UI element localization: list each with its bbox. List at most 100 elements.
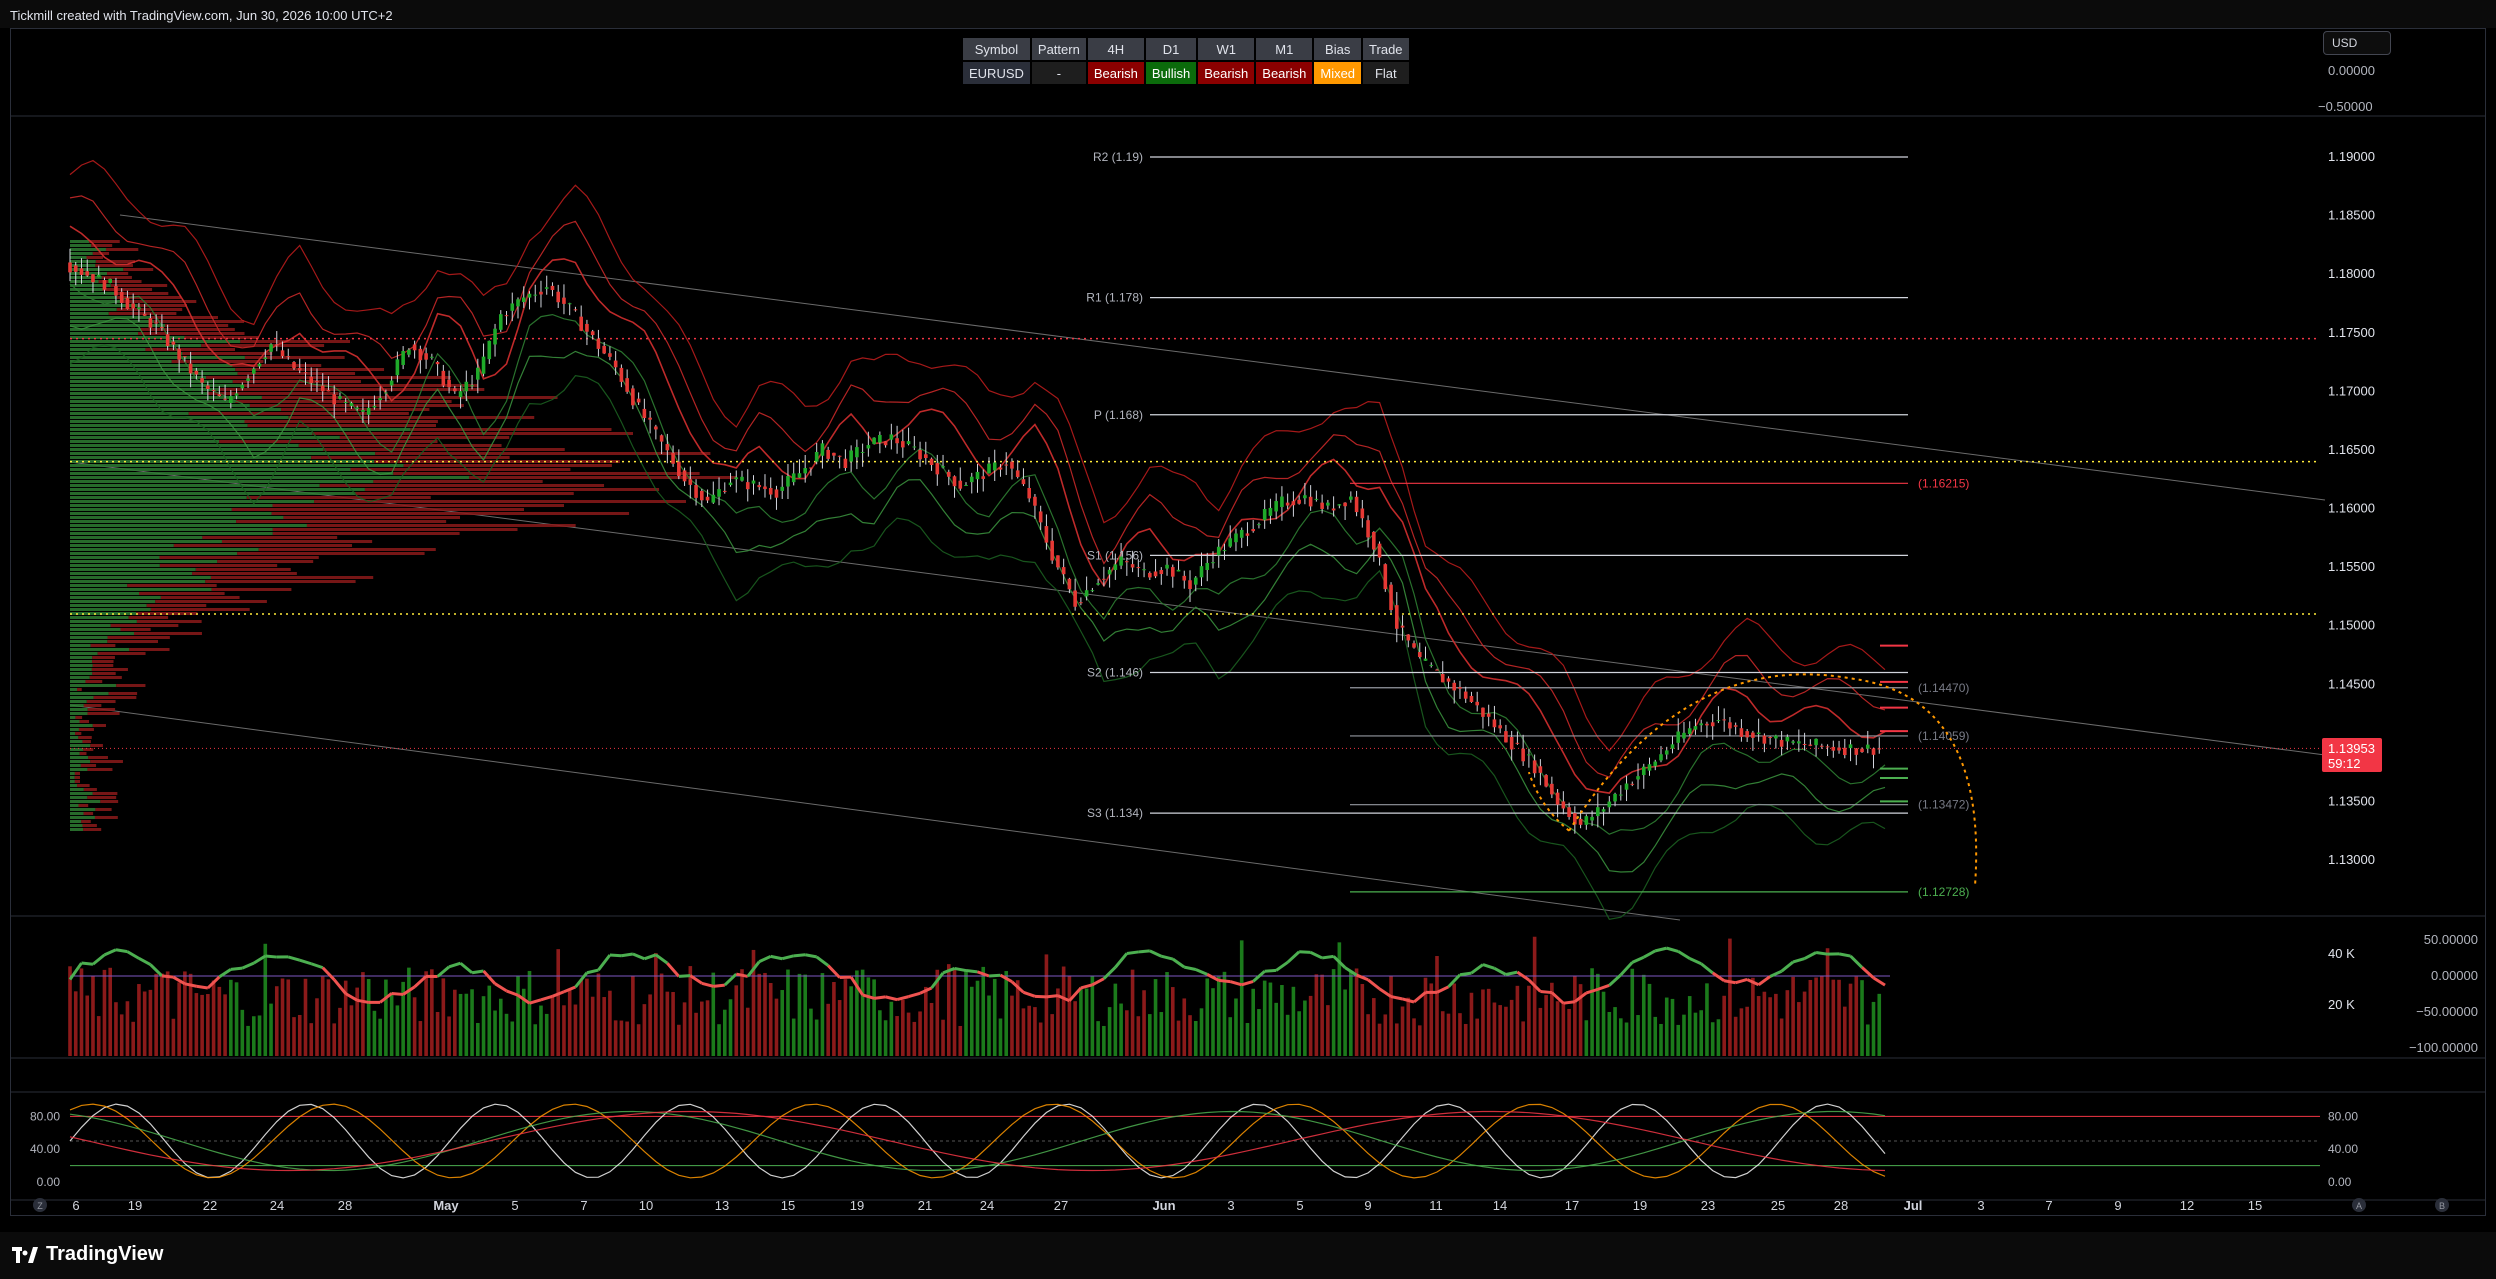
volume-bar	[1056, 988, 1060, 1056]
oscillator-segment	[391, 991, 404, 996]
volume-bar	[338, 1007, 342, 1056]
volume-bar	[85, 995, 90, 1056]
oscillator-segment	[81, 961, 94, 966]
volume-bar	[1664, 997, 1669, 1056]
volume-bar	[441, 978, 446, 1056]
oscillator-segment	[1114, 952, 1128, 969]
candle-body	[912, 446, 917, 448]
oscillator-segment	[1275, 961, 1289, 972]
volume-profile-down-bar	[272, 528, 518, 531]
volume-profile-down-bar	[92, 664, 114, 667]
candle-body	[1291, 501, 1296, 506]
volume-bar	[1630, 968, 1635, 1056]
volume-bar	[1199, 1008, 1204, 1056]
volume-profile-up-bar	[70, 260, 96, 263]
oscillator-segment	[265, 954, 277, 959]
oscillator-segment	[609, 953, 622, 958]
volume-profile-up-bar	[70, 784, 78, 787]
candle-body	[424, 353, 428, 360]
volume-profile-down-bar	[85, 680, 103, 683]
volume-bar	[1326, 1005, 1330, 1056]
volume-profile-up-bar	[70, 664, 93, 667]
candle-body	[1015, 470, 1020, 477]
volume-profile-down-bar	[93, 696, 137, 699]
oscillator-segment	[1264, 968, 1277, 973]
volume-bar	[1486, 988, 1491, 1056]
oscillator-segment	[1757, 975, 1772, 986]
volume-profile-down-bar	[221, 540, 373, 543]
oscillator-axis-label: 0.00000	[2431, 968, 2478, 983]
volume-bar	[1791, 976, 1795, 1056]
volume-bar	[211, 980, 216, 1056]
volume-bar	[1659, 1023, 1663, 1056]
volume-bar	[1165, 972, 1169, 1056]
volume-profile-up-bar	[70, 776, 75, 779]
time-axis-label: 28	[1834, 1198, 1848, 1213]
oscillator-segment	[1735, 978, 1748, 985]
candle-body	[1297, 499, 1301, 504]
candle-body	[1745, 731, 1749, 738]
candle-body	[1756, 732, 1761, 735]
oscillator-segment	[804, 953, 817, 959]
candle-body	[1561, 801, 1566, 809]
volume-profile-up-bar	[70, 424, 248, 427]
time-axis-label: 22	[203, 1198, 217, 1213]
candle-body	[343, 401, 348, 404]
brand-name: TradingView	[46, 1243, 164, 1265]
candle-body	[975, 471, 980, 480]
candle-body	[131, 303, 135, 309]
volume-profile-up-bar	[70, 800, 101, 803]
volume-bar	[1458, 1013, 1462, 1056]
candle-body	[1791, 741, 1795, 743]
candle-body	[1079, 602, 1083, 604]
candle-body	[843, 458, 848, 469]
candle-body	[533, 294, 538, 296]
candle-body	[269, 344, 273, 352]
volume-profile-up-bar	[70, 592, 139, 595]
candle-body	[160, 326, 164, 328]
candle-body	[338, 396, 342, 399]
volume-profile-down-bar	[92, 656, 115, 659]
volume-profile-up-bar	[70, 308, 117, 311]
oscillator-segment	[965, 969, 978, 974]
volume-bar	[1251, 988, 1255, 1056]
candle-body	[407, 349, 411, 355]
oscillator-segment	[196, 984, 209, 990]
volume-profile-up-bar	[70, 584, 128, 587]
tradingview-logo[interactable]: TradingView	[12, 1243, 163, 1266]
oscillator-segment	[471, 969, 484, 975]
volume-profile-down-bar	[74, 776, 80, 779]
bias-d1-cell: Bullish	[1145, 62, 1197, 84]
candle-body	[585, 323, 589, 332]
volume-profile-up-bar	[70, 544, 174, 547]
stoch-axis-label: 0.00	[2328, 1175, 2352, 1189]
candle-body	[286, 356, 291, 358]
pivot-label: S3 (1.134)	[1087, 806, 1143, 820]
oscillator-segment	[1160, 954, 1174, 961]
candle-body	[625, 378, 629, 392]
volume-profile-up-bar	[70, 700, 87, 703]
candle-body	[567, 303, 572, 305]
candle-body	[665, 444, 670, 451]
candle-body	[68, 262, 72, 273]
volume-profile-up-bar	[70, 240, 90, 243]
chart-canvas[interactable]: R2 (1.19)R1 (1.178)P (1.168)S1 (1.156)S2…	[0, 0, 2496, 1279]
candle-body	[1865, 744, 1870, 749]
oscillator-segment	[1643, 949, 1656, 959]
volume-profile-down-bar	[306, 524, 576, 527]
candle-body	[1280, 496, 1284, 508]
volume-bar	[1303, 1000, 1307, 1056]
candle-body	[1446, 678, 1451, 682]
volume-profile-down-bar	[90, 760, 123, 763]
candle-body	[96, 274, 101, 278]
currency-selector[interactable]: USD	[2323, 31, 2391, 55]
volume-bar	[1532, 936, 1537, 1056]
volume-profile-up-bar	[70, 816, 95, 819]
candle-body	[774, 489, 779, 498]
volume-profile-down-bar	[116, 684, 146, 687]
volume-profile-up-bar	[70, 828, 84, 831]
time-axis-label: 19	[1633, 1198, 1647, 1213]
volume-bar	[510, 1021, 515, 1056]
candle-body	[872, 437, 876, 445]
volume-bar	[498, 998, 503, 1056]
